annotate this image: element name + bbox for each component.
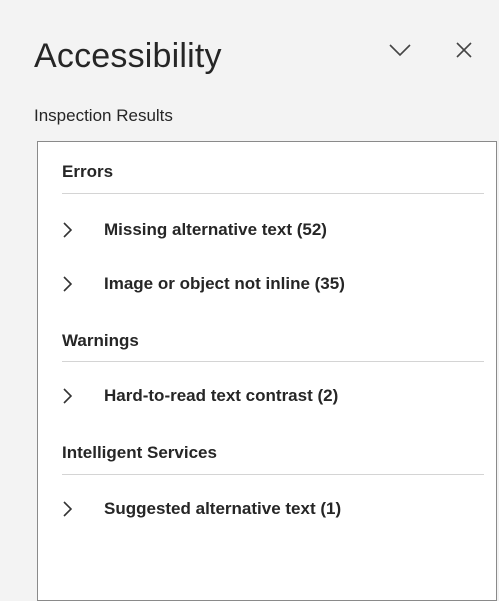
close-icon: [456, 42, 472, 58]
inspection-results-label: Inspection Results: [34, 106, 173, 125]
result-item-label: Missing alternative text (52): [104, 220, 327, 239]
group-divider: [62, 474, 484, 475]
group-divider: [62, 193, 484, 194]
result-item-suggested-alt-text[interactable]: Suggested alternative text (1): [58, 491, 484, 527]
chevron-right-icon: [60, 222, 74, 238]
group-heading-intelligent-services: Intelligent Services: [62, 443, 217, 462]
chevron-down-icon: [389, 44, 411, 57]
chevron-right-icon: [60, 501, 74, 517]
result-item-text-contrast[interactable]: Hard-to-read text contrast (2): [58, 378, 484, 414]
result-item-label: Suggested alternative text (1): [104, 499, 342, 518]
accessibility-pane: Accessibility Inspection Results Errors …: [0, 0, 499, 601]
pane-title: Accessibility: [34, 37, 222, 75]
result-item-label: Hard-to-read text contrast (2): [104, 386, 339, 405]
chevron-right-icon: [60, 276, 74, 292]
inspection-results-list[interactable]: Errors Missing alternative text (52) Ima…: [37, 141, 497, 601]
group-heading-warnings: Warnings: [62, 331, 139, 350]
result-item-label: Image or object not inline (35): [104, 274, 345, 293]
result-item-missing-alt-text[interactable]: Missing alternative text (52): [58, 212, 484, 248]
group-heading-errors: Errors: [62, 162, 114, 181]
group-divider: [62, 361, 484, 362]
result-item-image-not-inline[interactable]: Image or object not inline (35): [58, 266, 484, 302]
close-pane-button[interactable]: [446, 32, 482, 68]
chevron-right-icon: [60, 388, 74, 404]
collapse-pane-button[interactable]: [382, 32, 418, 68]
pane-header: Accessibility: [34, 28, 479, 88]
